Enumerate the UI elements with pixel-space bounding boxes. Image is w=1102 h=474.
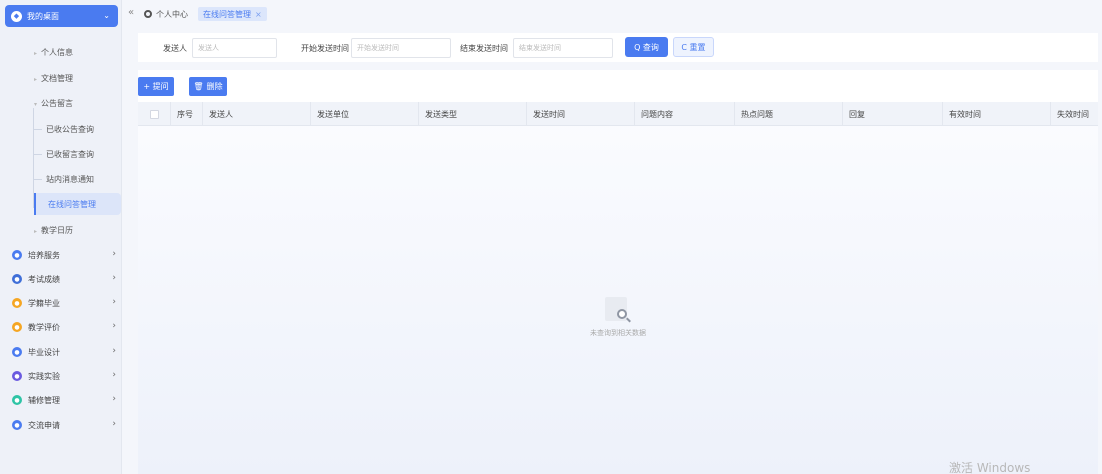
sidebar-item-received-notices[interactable]: 已收公告查询: [34, 118, 121, 140]
sidebar-item-label: 已收公告查询: [46, 124, 94, 134]
column-header[interactable]: 发送单位: [310, 102, 418, 126]
end-time-input[interactable]: 结束发送时间: [513, 38, 613, 58]
column-header[interactable]: 热点问题: [734, 102, 842, 126]
graduation-icon: ●: [12, 298, 22, 308]
end-time-label: 结束发送时间: [460, 44, 508, 53]
sidebar-group-label: 培养服务: [28, 250, 60, 260]
close-icon[interactable]: ×: [255, 10, 262, 19]
sidebar-group-label: 考试成绩: [28, 274, 60, 284]
sidebar-item-teaching-calendar[interactable]: ▸ 教学日历: [34, 225, 73, 236]
sender-input[interactable]: 发送人: [192, 38, 277, 58]
action-bar: + 提问 🗑 删除: [138, 70, 1098, 102]
sidebar: ◆ 我的桌面 ⌄ ▸ 个人信息 ▸ 文档管理 ▾ 公告留言 已收公告查询 已收留言查询…: [0, 0, 122, 474]
select-all-checkbox[interactable]: [144, 102, 170, 126]
chevron-right-icon: ›: [112, 273, 116, 283]
tab-personal-center[interactable]: 个人中心: [144, 7, 188, 21]
chevron-right-icon: ›: [112, 370, 116, 380]
data-table: 序号 发送人 发送单位 发送类型 发送时间 问题内容 热点问题 回复 有效时间 …: [138, 102, 1098, 474]
chevron-right-icon: ›: [112, 394, 116, 404]
sender-label: 发送人: [163, 44, 187, 53]
sidebar-group-exams[interactable]: ● 考试成绩 ›: [12, 271, 120, 287]
sidebar-item-label: 文档管理: [41, 74, 74, 83]
column-header[interactable]: 发送时间: [526, 102, 634, 126]
sidebar-item-doc-management[interactable]: ▸ 文档管理: [34, 73, 73, 84]
column-header[interactable]: 失效时间: [1050, 102, 1098, 126]
exchange-icon: ●: [12, 420, 22, 430]
delete-label: 删除: [206, 82, 223, 91]
column-header[interactable]: 发送类型: [418, 102, 526, 126]
sidebar-item-received-messages[interactable]: 已收留言查询: [34, 143, 121, 165]
search-panel: 发送人 发送人 开始发送时间 开始发送时间 结束发送时间 结束发送时间 Q 查询…: [138, 33, 1098, 62]
chevron-down-icon: ⌄: [103, 11, 110, 20]
tab-bar: « 个人中心 在线问答管理 ×: [122, 0, 1102, 28]
column-header[interactable]: 回复: [842, 102, 942, 126]
sidebar-group-label: 交流申请: [28, 420, 60, 430]
practice-icon: ●: [12, 371, 22, 381]
tab-label: 在线问答管理: [203, 9, 251, 19]
home-icon: [144, 10, 152, 18]
sidebar-item-label: 公告留言: [41, 99, 74, 108]
sidebar-item-label: 站内消息通知: [46, 174, 94, 184]
sidebar-my-desktop[interactable]: ◆ 我的桌面 ⌄: [5, 5, 118, 27]
sidebar-group-practice[interactable]: ● 实践实验 ›: [12, 368, 120, 384]
sidebar-top-label: 我的桌面: [27, 11, 59, 21]
sidebar-item-online-qa[interactable]: 在线问答管理: [34, 193, 121, 215]
empty-text: 未查询到相关数据: [590, 329, 646, 337]
tab-online-qa[interactable]: 在线问答管理 ×: [198, 7, 267, 21]
tab-label: 个人中心: [156, 9, 188, 19]
sidebar-group-exchange[interactable]: ● 交流申请 ›: [12, 417, 120, 433]
sidebar-item-label: 已收留言查询: [46, 149, 94, 159]
sidebar-group-label: 教学评价: [28, 322, 60, 332]
no-data-icon: [605, 297, 631, 323]
sidebar-group-evaluation[interactable]: ● 教学评价 ›: [12, 319, 120, 335]
sidebar-group-label: 实践实验: [28, 371, 60, 381]
bullet-icon: ▸: [34, 76, 38, 83]
chevron-right-icon: ›: [112, 419, 116, 429]
column-header[interactable]: 发送人: [202, 102, 310, 126]
sidebar-group-thesis[interactable]: ● 毕业设计 ›: [12, 344, 120, 360]
sidebar-item-label: 教学日历: [41, 226, 74, 235]
activation-watermark: 激活 Windows: [949, 461, 1031, 474]
chevron-right-icon: ›: [112, 249, 116, 259]
column-header[interactable]: 序号: [170, 102, 202, 126]
expand-icon: ▾: [34, 101, 38, 108]
delete-button[interactable]: 🗑 删除: [189, 77, 227, 96]
sidebar-group-training[interactable]: ● 培养服务 ›: [12, 247, 120, 263]
ask-question-button[interactable]: + 提问: [138, 77, 174, 96]
query-button[interactable]: Q 查询: [625, 37, 668, 57]
empty-state: 未查询到相关数据: [138, 297, 1098, 338]
sidebar-group-label: 学籍毕业: [28, 298, 60, 308]
start-time-label: 开始发送时间: [301, 44, 349, 53]
sidebar-item-site-messages[interactable]: 站内消息通知: [34, 168, 121, 190]
start-time-input[interactable]: 开始发送时间: [351, 38, 451, 58]
sidebar-group-label: 毕业设计: [28, 347, 60, 357]
minor-icon: ●: [12, 395, 22, 405]
bullet-icon: ▸: [34, 50, 38, 57]
sidebar-item-personal-info[interactable]: ▸ 个人信息: [34, 47, 73, 58]
thesis-icon: ●: [12, 347, 22, 357]
trash-icon: 🗑: [193, 82, 204, 91]
sidebar-group-minor[interactable]: ● 辅修管理 ›: [12, 392, 120, 408]
desktop-icon: ◆: [11, 10, 22, 22]
sidebar-group-label: 辅修管理: [28, 395, 60, 405]
sidebar-group-graduation[interactable]: ● 学籍毕业 ›: [12, 295, 120, 311]
sidebar-item-label: 个人信息: [41, 48, 74, 57]
table-header: 序号 发送人 发送单位 发送类型 发送时间 问题内容 热点问题 回复 有效时间 …: [138, 102, 1098, 126]
bullet-icon: ▸: [34, 228, 38, 235]
training-icon: ●: [12, 250, 22, 260]
reset-button[interactable]: C 重置: [673, 37, 714, 57]
collapse-icon[interactable]: «: [128, 7, 134, 18]
column-header[interactable]: 问题内容: [634, 102, 734, 126]
chevron-right-icon: ›: [112, 297, 116, 307]
evaluation-icon: ●: [12, 322, 22, 332]
column-header[interactable]: 有效时间: [942, 102, 1050, 126]
sidebar-item-notice-message[interactable]: ▾ 公告留言: [34, 98, 73, 109]
chevron-right-icon: ›: [112, 346, 116, 356]
exam-icon: ●: [12, 274, 22, 284]
chevron-right-icon: ›: [112, 321, 116, 331]
sidebar-item-label: 在线问答管理: [48, 199, 96, 209]
